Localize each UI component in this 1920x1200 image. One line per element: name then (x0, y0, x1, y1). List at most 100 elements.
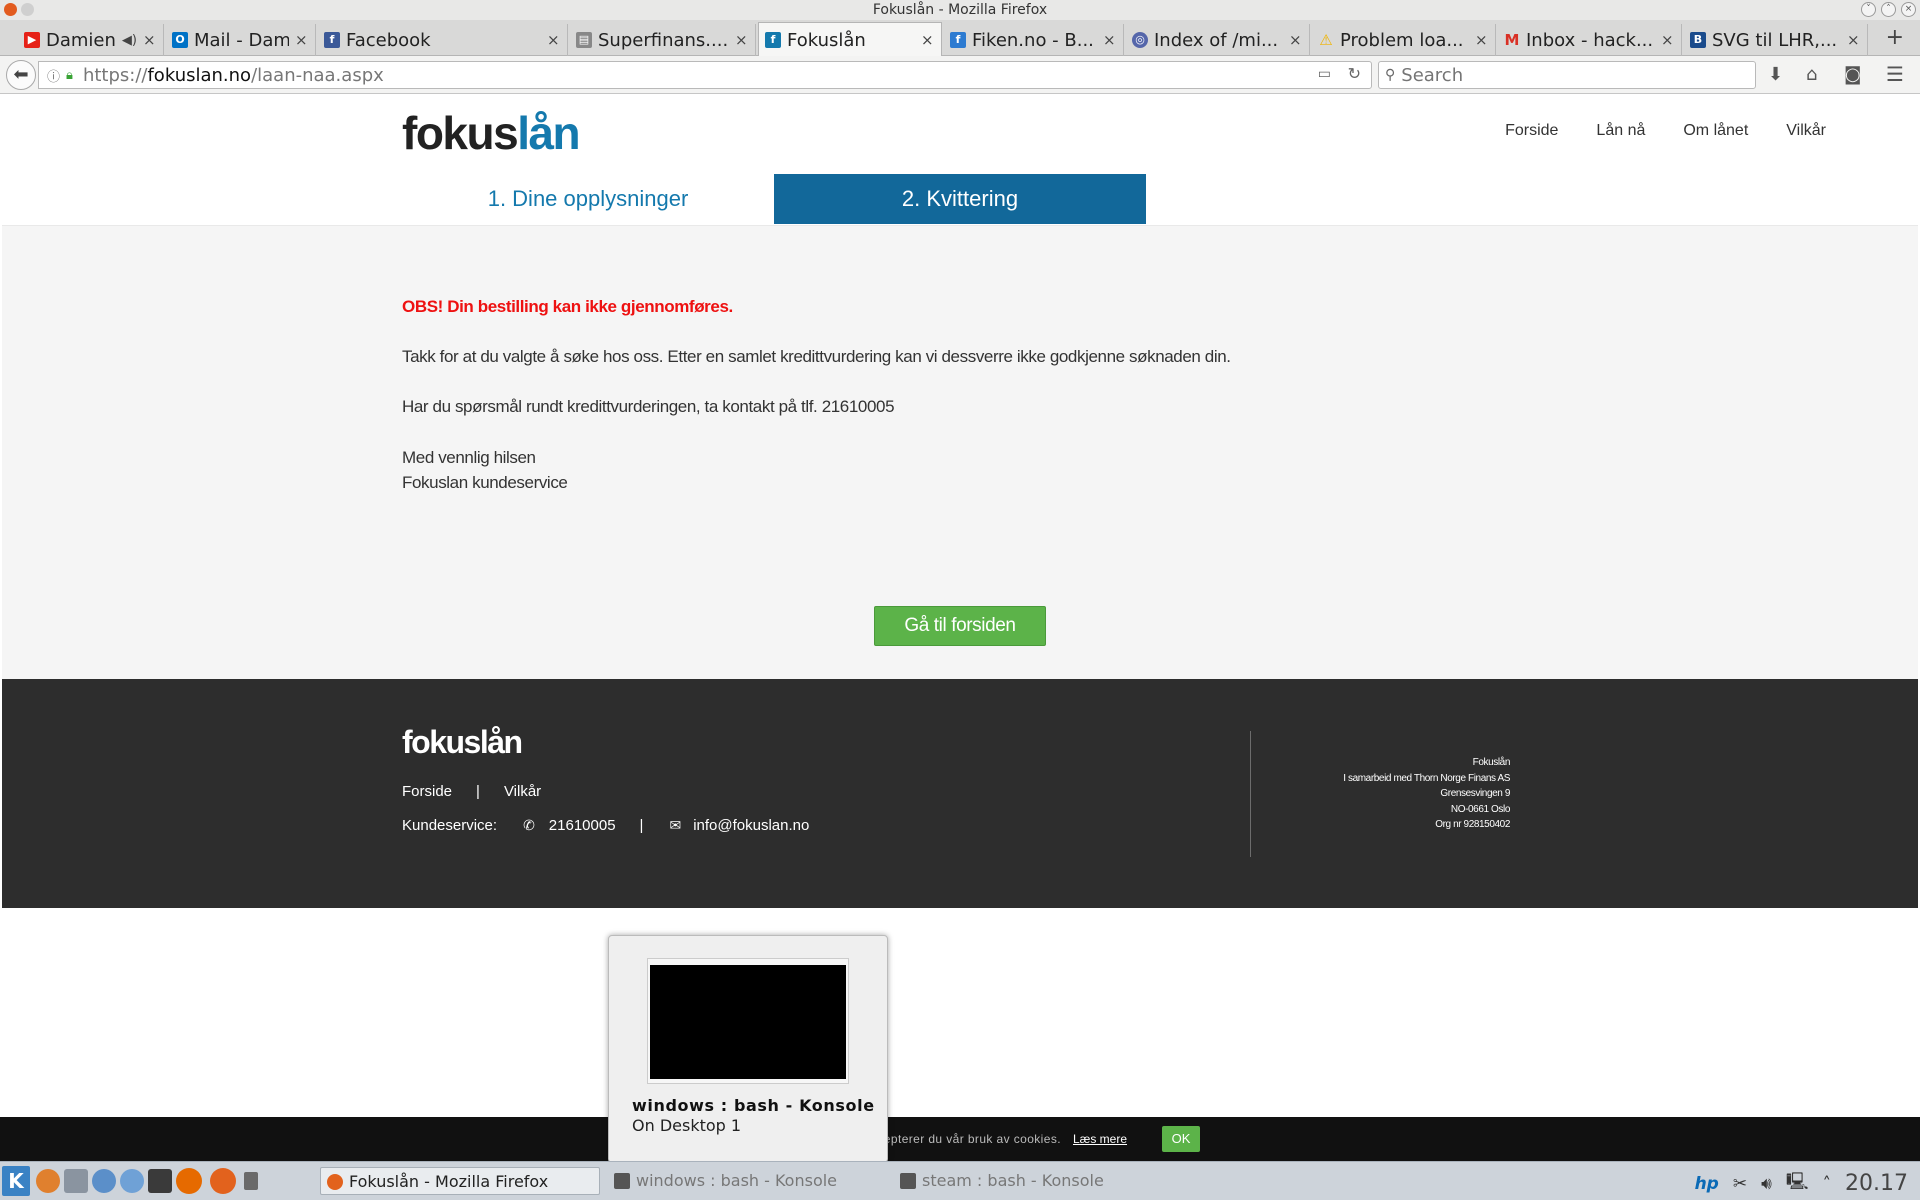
main-nav: Forside Lån nå Om lånet Vilkår (1505, 122, 1826, 140)
popup-subtitle: On Desktop 1 (632, 1116, 742, 1135)
reload-icon[interactable]: ↻ (1348, 64, 1361, 83)
menu-icon[interactable]: ☰ (1886, 62, 1904, 86)
new-tab-button[interactable]: + (1886, 20, 1904, 56)
tab-svg[interactable]: B SVG til LHR,... × (1684, 24, 1868, 56)
footer-link-vilkaar[interactable]: Vilkår (504, 783, 541, 800)
crossover-icon[interactable] (176, 1168, 202, 1194)
nav-om-laanet[interactable]: Om lånet (1683, 122, 1748, 140)
warning-icon: ⚠ (1319, 31, 1333, 49)
app-launcher-icon[interactable] (36, 1169, 60, 1193)
customer-service-label: Kundeservice: (402, 817, 498, 834)
close-tab-icon[interactable]: × (1475, 31, 1489, 49)
close-tab-icon[interactable]: × (547, 31, 561, 49)
pager-icon[interactable] (244, 1172, 258, 1190)
terminal-icon[interactable] (148, 1169, 172, 1193)
close-tab-icon[interactable]: × (921, 31, 935, 49)
file-manager-icon[interactable] (64, 1169, 88, 1193)
fiken-icon: f (950, 32, 966, 48)
close-tab-icon[interactable]: × (735, 31, 749, 49)
close-tab-icon[interactable]: × (295, 31, 309, 49)
tab-label: Mail - Dami... (194, 29, 289, 51)
page-icon: ▤ (576, 32, 592, 48)
close-tab-icon[interactable]: × (1661, 31, 1675, 49)
tab-inbox[interactable]: M Inbox - hack... × (1498, 24, 1682, 56)
footer-logo[interactable]: fokuslån (402, 724, 523, 761)
close-tab-icon[interactable]: × (1847, 31, 1861, 49)
separator: | (476, 783, 480, 800)
close-window-button[interactable]: × (1901, 2, 1916, 17)
konsole-icon (900, 1173, 916, 1189)
audio-icon[interactable]: ◀) (122, 33, 137, 48)
network-tray-icon[interactable]: 🖳 (1786, 1169, 1809, 1198)
tab-label: SVG til LHR,... (1712, 29, 1838, 51)
task-konsole-windows[interactable]: windows : bash - Konsole (608, 1167, 890, 1195)
separator: | (639, 817, 644, 834)
download-icon[interactable]: ⬇ (1768, 64, 1783, 85)
close-tab-icon[interactable]: × (143, 31, 157, 49)
url-text[interactable]: https://fokuslan.no/laan-naa.aspx (83, 65, 384, 86)
error-message: OBS! Din bestilling kan ikke gjennomføre… (402, 297, 733, 316)
contact-text: Har du spørsmål rundt kredittvurderingen… (402, 397, 895, 416)
cookie-ok-button[interactable]: OK (1162, 1126, 1200, 1152)
search-bar[interactable]: ⚲ (1378, 61, 1756, 89)
back-button[interactable]: ⬅ (6, 60, 36, 90)
task-konsole-steam[interactable]: steam : bash - Konsole (894, 1167, 1134, 1195)
nav-forside[interactable]: Forside (1505, 122, 1558, 140)
tab-fokuslan[interactable]: f Fokuslån × (758, 22, 942, 57)
tab-fiken[interactable]: f Fiken.no - B... × (944, 24, 1124, 56)
phone-number[interactable]: 21610005 (549, 817, 616, 834)
minimize-button[interactable]: ˅ (1861, 2, 1876, 17)
mail-icon: ✉ (669, 817, 682, 833)
volume-icon[interactable]: 🔊︎ (1761, 1174, 1772, 1194)
logo-text-focus: fokus (402, 724, 481, 760)
footer-link-forside[interactable]: Forside (402, 783, 452, 800)
clock[interactable]: 20.17 (1845, 1171, 1908, 1196)
reader-view-icon[interactable]: ▭ (1318, 66, 1331, 82)
nav-vilkaar[interactable]: Vilkår (1786, 122, 1826, 140)
task-label: steam : bash - Konsole (922, 1171, 1104, 1190)
tab-youtube[interactable]: ▶ Damien R... ◀) × (18, 24, 164, 56)
info-icon[interactable]: ⓘ (47, 66, 60, 85)
company-name: Fokuslån (1472, 757, 1511, 768)
facebook-icon: f (324, 32, 340, 48)
phone-icon: ✆ (523, 817, 535, 833)
company-street: Grensesvingen 9 (1440, 788, 1510, 799)
firefox-icon[interactable] (210, 1168, 236, 1194)
logo-text-focus: fokus (402, 107, 519, 159)
search-input[interactable] (1401, 64, 1722, 86)
go-home-button[interactable]: Gå til forsiden (874, 606, 1046, 646)
tab-mail[interactable]: O Mail - Dami... × (166, 24, 316, 56)
lock-icon[interactable]: 🔒︎ (66, 68, 73, 83)
task-firefox[interactable]: Fokuslån - Mozilla Firefox (320, 1167, 600, 1195)
pocket-icon[interactable]: ◙ (1844, 64, 1861, 85)
email-link[interactable]: info@fokuslan.no (693, 817, 809, 834)
url-bar[interactable]: ⓘ 🔒︎ https://fokuslan.no/laan-naa.aspx ▭… (38, 61, 1372, 89)
tab-facebook[interactable]: f Facebook × (318, 24, 568, 56)
close-tab-icon[interactable]: × (1289, 31, 1303, 49)
kde-menu-icon[interactable]: K (2, 1166, 30, 1196)
task-label: windows : bash - Konsole (636, 1171, 838, 1190)
pin-icon[interactable] (21, 3, 34, 16)
tab-superfinans[interactable]: ▤ Superfinans.... × (570, 24, 756, 56)
tray-expand-icon[interactable]: ˄ (1823, 1174, 1832, 1194)
maximize-button[interactable]: ˄ (1881, 2, 1896, 17)
task-preview-popup[interactable]: windows : bash - Konsole On Desktop 1 (608, 935, 888, 1163)
window-menu-dots[interactable] (4, 3, 34, 16)
window-thumbnail[interactable] (647, 958, 849, 1084)
home-icon[interactable]: ⌂ (1806, 64, 1817, 85)
url-host: fokuslan.no (147, 64, 252, 86)
tab-problem[interactable]: ⚠ Problem loa... × (1312, 24, 1496, 56)
browser-icon[interactable] (92, 1169, 116, 1193)
step-dine-opplysninger[interactable]: 1. Dine opplysninger (402, 174, 774, 224)
close-tab-icon[interactable]: × (1103, 31, 1117, 49)
klipper-icon[interactable]: ✂ (1733, 1174, 1747, 1194)
site-logo[interactable]: fokuslån (402, 106, 581, 160)
firefox-icon (327, 1174, 343, 1190)
network-icon[interactable] (120, 1169, 144, 1193)
hp-icon[interactable]: hp (1695, 1174, 1719, 1194)
step-kvittering[interactable]: 2. Kvittering (774, 174, 1146, 224)
tab-index[interactable]: ◎ Index of /mi... × (1126, 24, 1310, 56)
nav-laan-naa[interactable]: Lån nå (1596, 122, 1645, 140)
cookie-read-more-link[interactable]: Læs mere (1073, 1132, 1127, 1146)
firefox-app-icon[interactable] (4, 3, 17, 16)
